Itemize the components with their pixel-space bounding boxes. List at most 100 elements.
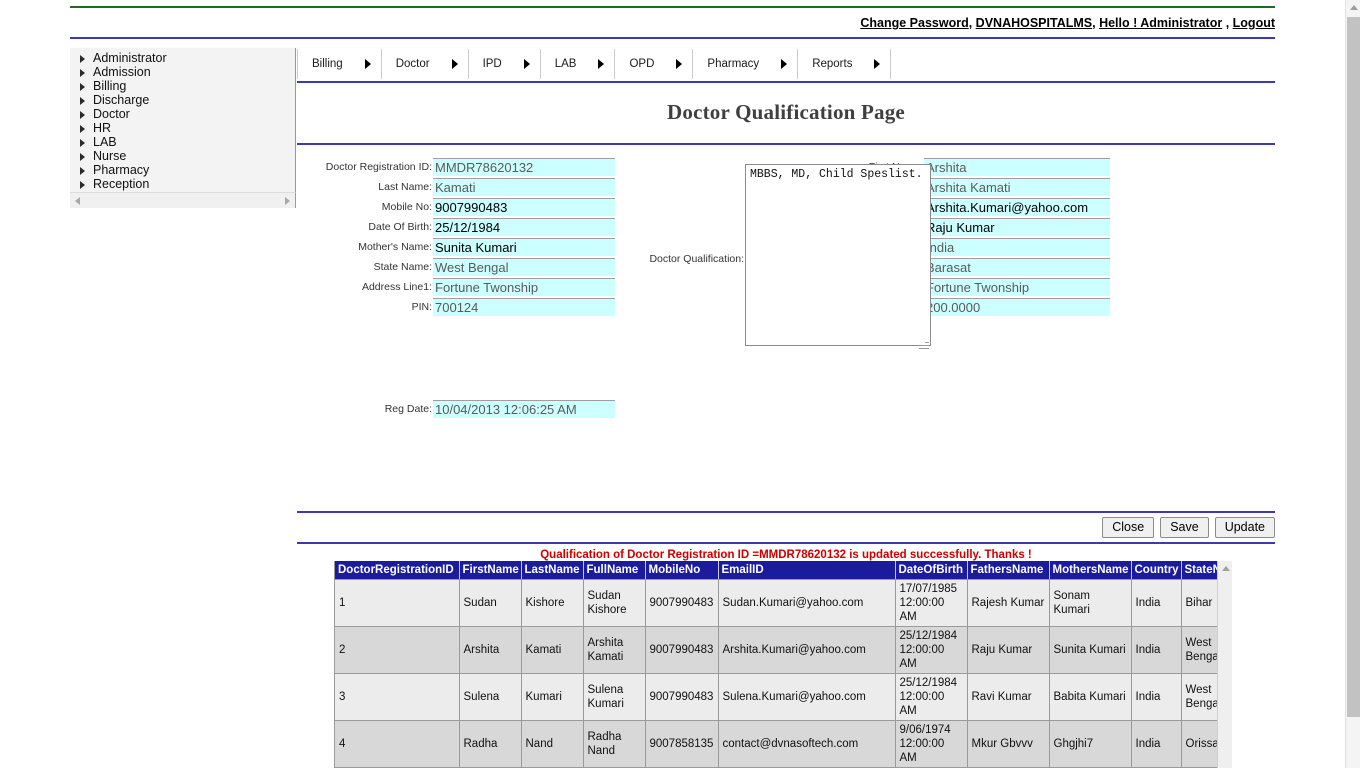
chevron-right-icon[interactable] xyxy=(76,93,90,107)
sidebar-item-hr[interactable]: HR xyxy=(70,121,295,135)
update-button[interactable]: Update xyxy=(1214,517,1275,538)
sidebar-item-billing[interactable]: Billing xyxy=(70,79,295,93)
menu-item-pharmacy[interactable]: Pharmacy xyxy=(693,49,799,79)
city-name-input[interactable] xyxy=(924,258,1110,276)
chevron-right-icon[interactable] xyxy=(76,121,90,135)
chevron-right-icon[interactable] xyxy=(76,135,90,149)
field-label: Reg Date: xyxy=(384,403,432,415)
menu-item-lab[interactable]: LAB xyxy=(541,49,616,79)
full-name-input[interactable] xyxy=(924,178,1110,196)
chevron-right-icon[interactable] xyxy=(76,65,90,79)
chevron-right-icon[interactable] xyxy=(76,107,90,121)
column-header-mothersname[interactable]: MothersName xyxy=(1049,561,1132,580)
chevron-right-icon[interactable] xyxy=(76,177,90,191)
grid-vertical-scrollbar[interactable] xyxy=(1217,561,1232,768)
sidebar-item-pharmacy[interactable]: Pharmacy xyxy=(70,163,295,177)
scroll-up-icon[interactable] xyxy=(1350,5,1358,10)
address-line1-input[interactable] xyxy=(433,278,615,296)
last-name-input[interactable] xyxy=(433,178,615,196)
app-name-link[interactable]: DVNAHOSPITALMS xyxy=(976,16,1092,30)
column-header-fathersname[interactable]: FathersName xyxy=(967,561,1050,580)
menu-item-label: Billing xyxy=(312,58,343,70)
column-header-dateofbirth[interactable]: DateOfBirth xyxy=(895,561,968,580)
sidebar-horizontal-scrollbar[interactable] xyxy=(70,192,296,208)
sidebar-item-reception[interactable]: Reception xyxy=(70,177,295,191)
menu-item-doctor[interactable]: Doctor xyxy=(382,49,469,79)
sidebar-item-label: HR xyxy=(93,121,112,135)
account-bar-divider xyxy=(70,37,1275,39)
chevron-right-icon[interactable] xyxy=(76,163,90,177)
close-button[interactable]: Close xyxy=(1102,517,1155,538)
menu-item-label: OPD xyxy=(629,58,655,70)
column-header-fullname[interactable]: FullName xyxy=(583,561,646,580)
chevron-right-icon[interactable] xyxy=(76,51,90,65)
table-row[interactable]: 1 Sudan Kishore Sudan Kishore 9007990483… xyxy=(335,579,1228,627)
sidebar-item-admission[interactable]: Admission xyxy=(70,65,295,79)
menu-item-reports[interactable]: Reports xyxy=(798,49,892,79)
mobile-no-input[interactable] xyxy=(433,198,615,216)
email-id-input[interactable] xyxy=(924,198,1110,216)
menu-item-billing[interactable]: Billing xyxy=(297,49,382,79)
scroll-left-icon[interactable] xyxy=(75,197,80,205)
cell-fullname: Sulena Kumari xyxy=(583,673,646,721)
cell-fathersname: Ravi Kumar xyxy=(967,673,1050,721)
save-button[interactable]: Save xyxy=(1160,517,1209,538)
cell-country: India xyxy=(1131,720,1182,768)
cell-mothersname: Babita Kumari xyxy=(1049,673,1132,721)
cell-country: India xyxy=(1131,579,1182,627)
sidebar-item-nurse[interactable]: Nurse xyxy=(70,149,295,163)
table-row[interactable]: 2 Arshita Kamati Arshita Kamati 90079904… xyxy=(335,626,1228,674)
doctor-registration-id-input[interactable] xyxy=(433,158,615,176)
menu-item-ipd[interactable]: IPD xyxy=(469,49,541,79)
field-label: PIN: xyxy=(411,301,432,313)
sidebar-item-lab[interactable]: LAB xyxy=(70,135,295,149)
cell-mobileno: 9007990483 xyxy=(645,579,719,627)
fathers-name-input[interactable] xyxy=(924,218,1110,236)
first-name-input[interactable] xyxy=(924,158,1110,176)
chevron-right-icon[interactable] xyxy=(76,149,90,163)
date-of-birth-input[interactable] xyxy=(433,218,615,236)
state-name-input[interactable] xyxy=(433,258,615,276)
sidebar-item-doctor[interactable]: Doctor xyxy=(70,107,295,121)
cell-emailid: Arshita.Kumari@yahoo.com xyxy=(718,626,896,674)
main-menu-bar: Billing Doctor IPD LAB OPD Pharmacy Repo… xyxy=(297,49,960,79)
menu-item-label: LAB xyxy=(554,58,577,70)
page-vertical-scrollbar[interactable] xyxy=(1345,0,1360,768)
reg-date-input[interactable] xyxy=(433,400,615,418)
scroll-up-icon[interactable] xyxy=(1222,566,1230,571)
table-row[interactable]: 4 Radha Nand Radha Nand 9007858135 conta… xyxy=(335,720,1228,768)
chevron-right-icon[interactable] xyxy=(76,79,90,93)
field-label: Doctor Registration ID: xyxy=(325,161,432,173)
column-header-mobileno[interactable]: MobileNo xyxy=(645,561,719,580)
logout-link[interactable]: Logout xyxy=(1233,16,1275,30)
column-header-firstname[interactable]: FirstName xyxy=(459,561,522,580)
table-row[interactable]: 3 Sulena Kumari Sulena Kumari 9007990483… xyxy=(335,673,1228,721)
sidebar-item-administrator[interactable]: Administrator xyxy=(70,51,295,65)
doctor-qualification-textarea[interactable] xyxy=(745,164,931,346)
change-password-link[interactable]: Change Password xyxy=(860,16,968,30)
cell-fathersname: Rajesh Kumar xyxy=(967,579,1050,627)
chevron-right-icon xyxy=(451,59,458,69)
scrollbar-thumb[interactable] xyxy=(1347,17,1360,717)
menu-item-opd[interactable]: OPD xyxy=(615,49,694,79)
country-input[interactable] xyxy=(924,238,1110,256)
table-header-row: DoctorRegistrationID FirstName LastName … xyxy=(335,561,1228,580)
cell-doctorregistrationid: 4 xyxy=(335,720,460,768)
sidebar-item-label: Doctor xyxy=(93,107,130,121)
doctors-registration-fee-input[interactable] xyxy=(924,298,1110,316)
column-header-lastname[interactable]: LastName xyxy=(521,561,584,580)
mothers-name-input[interactable] xyxy=(433,238,615,256)
column-header-country[interactable]: Country xyxy=(1131,561,1182,580)
scroll-right-icon[interactable] xyxy=(285,197,290,205)
cell-firstname: Radha xyxy=(459,720,522,768)
sidebar-item-discharge[interactable]: Discharge xyxy=(70,93,295,107)
form-action-buttons: Close Save Update xyxy=(1102,517,1275,538)
address-line2-input[interactable] xyxy=(924,278,1110,296)
column-header-emailid[interactable]: EmailID xyxy=(718,561,896,580)
pin-input[interactable] xyxy=(433,298,615,316)
cell-emailid: Sulena.Kumari@yahoo.com xyxy=(718,673,896,721)
column-header-doctorregistrationid[interactable]: DoctorRegistrationID xyxy=(335,561,460,580)
cell-dateofbirth: 17/07/1985 12:00:00 AM xyxy=(895,579,968,627)
greeting-link[interactable]: Hello ! Administrator xyxy=(1099,16,1222,30)
chevron-right-icon xyxy=(874,59,881,69)
